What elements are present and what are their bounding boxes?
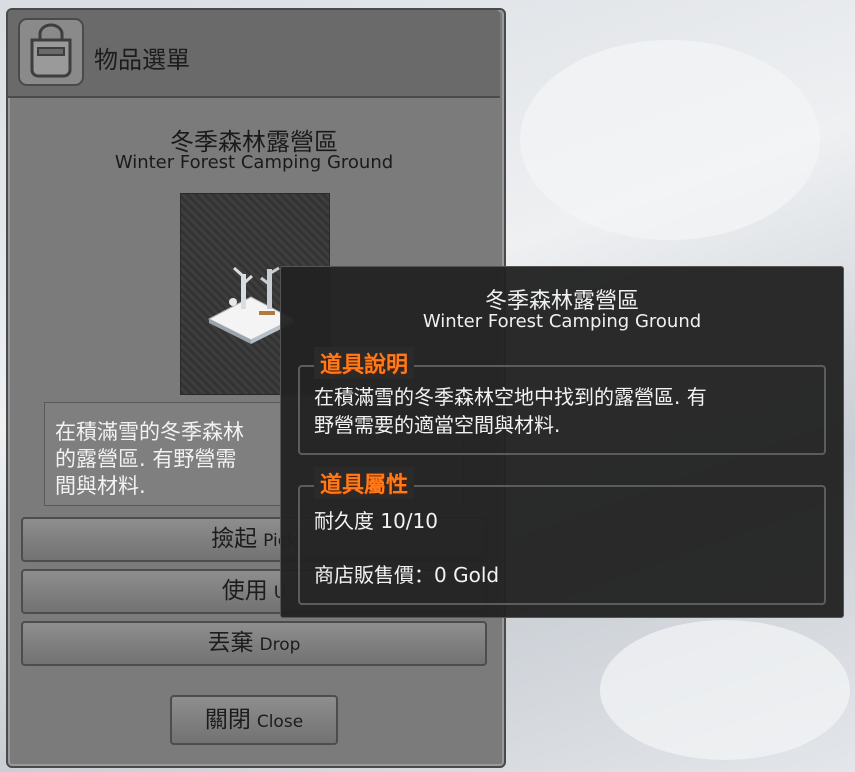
button-label: 丟棄 [207,630,254,656]
attributes-section-label: 道具屬性 [314,467,415,499]
item-tooltip: 冬季森林露營區 Winter Forest Camping Ground 道具說… [280,266,844,618]
button-label-en: Close [256,712,304,732]
panel-title: 物品選單 [94,46,190,74]
tooltip-description: 在積滿雪的冬季森林空地中找到的露營區. 有 野營需要的適當空間與材料. [314,383,707,439]
button-label: 使用 [221,578,268,604]
item-description-section: 道具說明 在積滿雪的冬季森林空地中找到的露營區. 有 野營需要的適當空間與材料. [298,347,826,455]
close-button[interactable]: 關閉 Close [170,695,338,745]
button-label: 撿起 [211,526,258,552]
item-name-en: Winter Forest Camping Ground [114,152,394,173]
drop-button[interactable]: 丟棄 Drop [21,621,487,666]
durability-text: 耐久度 10/10 [314,509,438,533]
description-section-label: 道具說明 [314,347,415,379]
item-attributes-section: 道具屬性 耐久度 10/10 商店販售價：0 Gold [298,467,826,605]
button-label: 關閉 [204,707,251,733]
tooltip-name-en: Winter Forest Camping Ground [422,311,702,332]
panel-header: 物品選單 [8,10,500,98]
description-line: 在積滿雪的冬季森林空地中找到的露營區. 有 [314,385,707,409]
snow-cloud [520,40,820,240]
button-label-en: Drop [259,635,301,655]
shop-price-text: 商店販售價：0 Gold [314,563,500,587]
bag-icon [18,18,84,86]
snow-cloud [600,620,850,760]
description-line: 野營需要的適當空間與材料. [314,413,561,437]
